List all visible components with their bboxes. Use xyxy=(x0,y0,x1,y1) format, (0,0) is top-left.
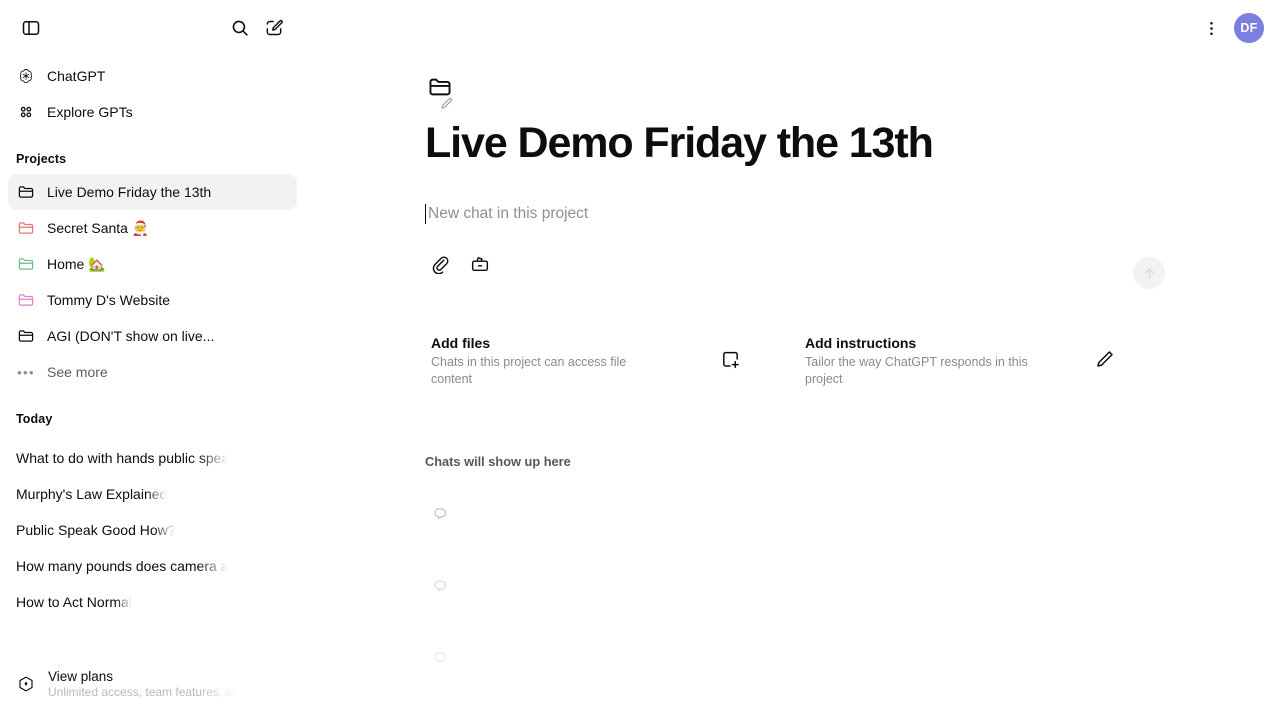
view-plans-text: View plans Unlimited access, team featur… xyxy=(48,669,238,699)
text-caret xyxy=(425,204,427,225)
sidebar-item-label: ChatGPT xyxy=(47,68,106,84)
add-files-card[interactable]: Add files Chats in this project can acce… xyxy=(425,325,755,398)
chat-input-placeholder: New chat in this project xyxy=(428,205,589,223)
sidebar-nav: ChatGPT Explore GPTs xyxy=(0,58,305,130)
pencil-icon[interactable] xyxy=(1094,349,1115,375)
more-options-icon[interactable] xyxy=(1194,11,1228,45)
project-item-secret-santa[interactable]: Secret Santa 🧑‍🎄 xyxy=(8,210,297,246)
project-action-cards: Add files Chats in this project can acce… xyxy=(425,325,1220,398)
view-plans-subtitle: Unlimited access, team features, and mor… xyxy=(48,685,238,699)
grid-icon xyxy=(16,102,36,122)
folder-icon xyxy=(16,326,36,346)
chat-history-item[interactable]: How many pounds does camera add xyxy=(8,548,297,584)
add-files-subtitle: Chats in this project can access file co… xyxy=(431,355,627,387)
toolbox-icon[interactable] xyxy=(467,251,493,277)
chat-bubble-icon xyxy=(434,507,447,519)
project-item-tommy-ds-website[interactable]: Tommy D's Website xyxy=(8,282,297,318)
project-item-home[interactable]: Home 🏡 xyxy=(8,246,297,282)
file-plus-icon[interactable] xyxy=(720,349,741,375)
chat-bubble-icon xyxy=(434,579,447,591)
chat-title: How to Act Normal xyxy=(16,594,132,610)
sidebar: ChatGPT Explore GPTs Projects Live Demo … xyxy=(0,0,305,720)
app-root: ChatGPT Explore GPTs Projects Live Demo … xyxy=(0,0,1280,720)
main-content: DF Live Demo Friday the 13th New chat in… xyxy=(305,0,1280,720)
view-plans-title: View plans xyxy=(48,669,114,684)
chat-history-list: What to do with hands public speaking Mu… xyxy=(0,440,305,620)
sidebar-header xyxy=(0,0,305,56)
new-chat-icon[interactable] xyxy=(257,11,291,45)
chat-history-item[interactable]: What to do with hands public speaking xyxy=(8,440,297,476)
ellipsis-icon: ••• xyxy=(17,364,35,380)
sidebar-footer: View plans Unlimited access, team featur… xyxy=(0,654,305,720)
chat-history-item[interactable]: Public Speak Good How? xyxy=(8,512,297,548)
chats-empty-label: Chats will show up here xyxy=(425,454,571,470)
folder-icon xyxy=(16,182,36,202)
chat-title: Murphy's Law Explained xyxy=(16,486,168,502)
see-more-label: See more xyxy=(47,364,108,380)
chat-history-item[interactable]: Murphy's Law Explained xyxy=(8,476,297,512)
chat-placeholder-row xyxy=(425,503,1220,525)
project-item-label: AGI (DON'T show on live... xyxy=(47,328,215,344)
search-icon[interactable] xyxy=(223,11,257,45)
project-item-label: Live Demo Friday the 13th xyxy=(47,184,212,200)
paperclip-icon[interactable] xyxy=(427,251,453,277)
composer-toolbar xyxy=(425,251,1137,277)
toggle-sidebar-icon[interactable] xyxy=(14,11,48,45)
project-folder-icon[interactable] xyxy=(427,74,467,110)
today-section-header: Today xyxy=(16,412,53,426)
project-item-label: Home 🏡 xyxy=(47,255,106,272)
chat-input[interactable]: New chat in this project xyxy=(425,203,1137,225)
project-item-live-demo-friday-the-13th[interactable]: Live Demo Friday the 13th xyxy=(8,174,297,210)
chat-history-item[interactable]: How to Act Normal xyxy=(8,584,297,620)
project-page: Live Demo Friday the 13th New chat in th… xyxy=(305,74,1280,669)
add-instructions-card[interactable]: Add instructions Tailor the way ChatGPT … xyxy=(799,325,1129,398)
composer: New chat in this project xyxy=(425,203,1165,290)
projects-section-header: Projects xyxy=(16,152,67,166)
chat-title: Public Speak Good How? xyxy=(16,522,176,538)
folder-icon xyxy=(16,218,36,238)
add-files-text: Add files Chats in this project can acce… xyxy=(431,335,663,388)
project-item-label: Tommy D's Website xyxy=(47,292,170,308)
sidebar-item-chatgpt[interactable]: ChatGPT xyxy=(8,58,297,94)
folder-icon xyxy=(16,290,36,310)
page-title: Live Demo Friday the 13th xyxy=(425,119,934,167)
project-item-agi[interactable]: AGI (DON'T show on live... xyxy=(8,318,297,354)
add-instructions-text: Add instructions Tailor the way ChatGPT … xyxy=(805,335,1037,388)
sidebar-item-label: Explore GPTs xyxy=(47,104,133,120)
send-button xyxy=(1133,257,1165,290)
view-plans-button[interactable]: View plans Unlimited access, team featur… xyxy=(8,662,297,706)
chat-title: What to do with hands public speaking xyxy=(16,450,228,466)
folder-icon xyxy=(16,254,36,274)
add-instructions-subtitle: Tailor the way ChatGPT responds in this … xyxy=(805,355,1028,387)
sidebar-item-explore-gpts[interactable]: Explore GPTs xyxy=(8,94,297,130)
topbar: DF xyxy=(305,0,1280,56)
add-instructions-title: Add instructions xyxy=(805,335,917,352)
chat-placeholder-row xyxy=(425,647,1220,669)
chats-empty-state: Chats will show up here xyxy=(425,454,1220,669)
projects-list: Live Demo Friday the 13th Secret Santa 🧑… xyxy=(0,174,305,390)
see-more-projects-button[interactable]: ••• See more xyxy=(8,354,297,390)
avatar[interactable]: DF xyxy=(1234,13,1264,43)
openai-logo-icon xyxy=(16,66,36,86)
chat-placeholder-list xyxy=(425,503,1220,669)
add-files-title: Add files xyxy=(431,335,491,352)
chat-bubble-icon xyxy=(434,651,447,663)
chat-title: How many pounds does camera add xyxy=(16,558,228,574)
chat-placeholder-row xyxy=(425,575,1220,597)
pencil-icon[interactable] xyxy=(439,96,454,116)
project-item-label: Secret Santa 🧑‍🎄 xyxy=(47,219,150,236)
upgrade-hexagon-icon xyxy=(16,674,36,694)
